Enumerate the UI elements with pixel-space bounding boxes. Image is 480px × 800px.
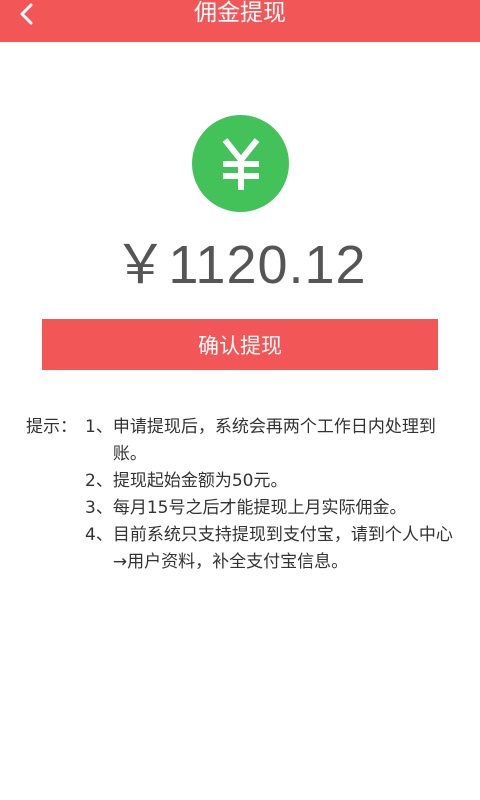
tip-number: 1、 bbox=[85, 417, 113, 437]
tips-list: 1、 申请提现后，系统会再两个工作日内处理到账。 2、 提现起始金额为50元。 … bbox=[85, 414, 465, 576]
yen-icon bbox=[222, 137, 259, 190]
tip-number: 2、 bbox=[85, 471, 113, 491]
tip-number: 3、 bbox=[85, 498, 113, 518]
tips-label: 提示： bbox=[26, 417, 77, 437]
tip-item: 1、 申请提现后，系统会再两个工作日内处理到账。 bbox=[85, 414, 465, 468]
confirm-withdraw-button[interactable]: 确认提现 bbox=[42, 319, 438, 370]
tip-text: 每月15号之后才能提现上月实际佣金。 bbox=[112, 498, 407, 518]
tip-text: 提现起始金额为50元。 bbox=[112, 471, 288, 491]
tip-number: 4、 bbox=[85, 525, 113, 545]
yen-badge bbox=[192, 115, 289, 212]
balance-amount: ￥1120.12 bbox=[113, 235, 367, 295]
tip-item: 2、 提现起始金额为50元。 bbox=[85, 468, 465, 495]
tip-text: 目前系统只支持提现到支付宝，请到个人中心→用户资料，补全支付宝信息。 bbox=[112, 525, 453, 572]
page-title: 佣金提现 bbox=[194, 0, 286, 26]
title-bar: 佣金提现 bbox=[0, 0, 480, 42]
tip-text: 申请提现后，系统会再两个工作日内处理到账。 bbox=[112, 417, 436, 464]
tip-item: 4、 目前系统只支持提现到支付宝，请到个人中心→用户资料，补全支付宝信息。 bbox=[85, 522, 465, 576]
tip-item: 3、 每月15号之后才能提现上月实际佣金。 bbox=[85, 495, 465, 522]
